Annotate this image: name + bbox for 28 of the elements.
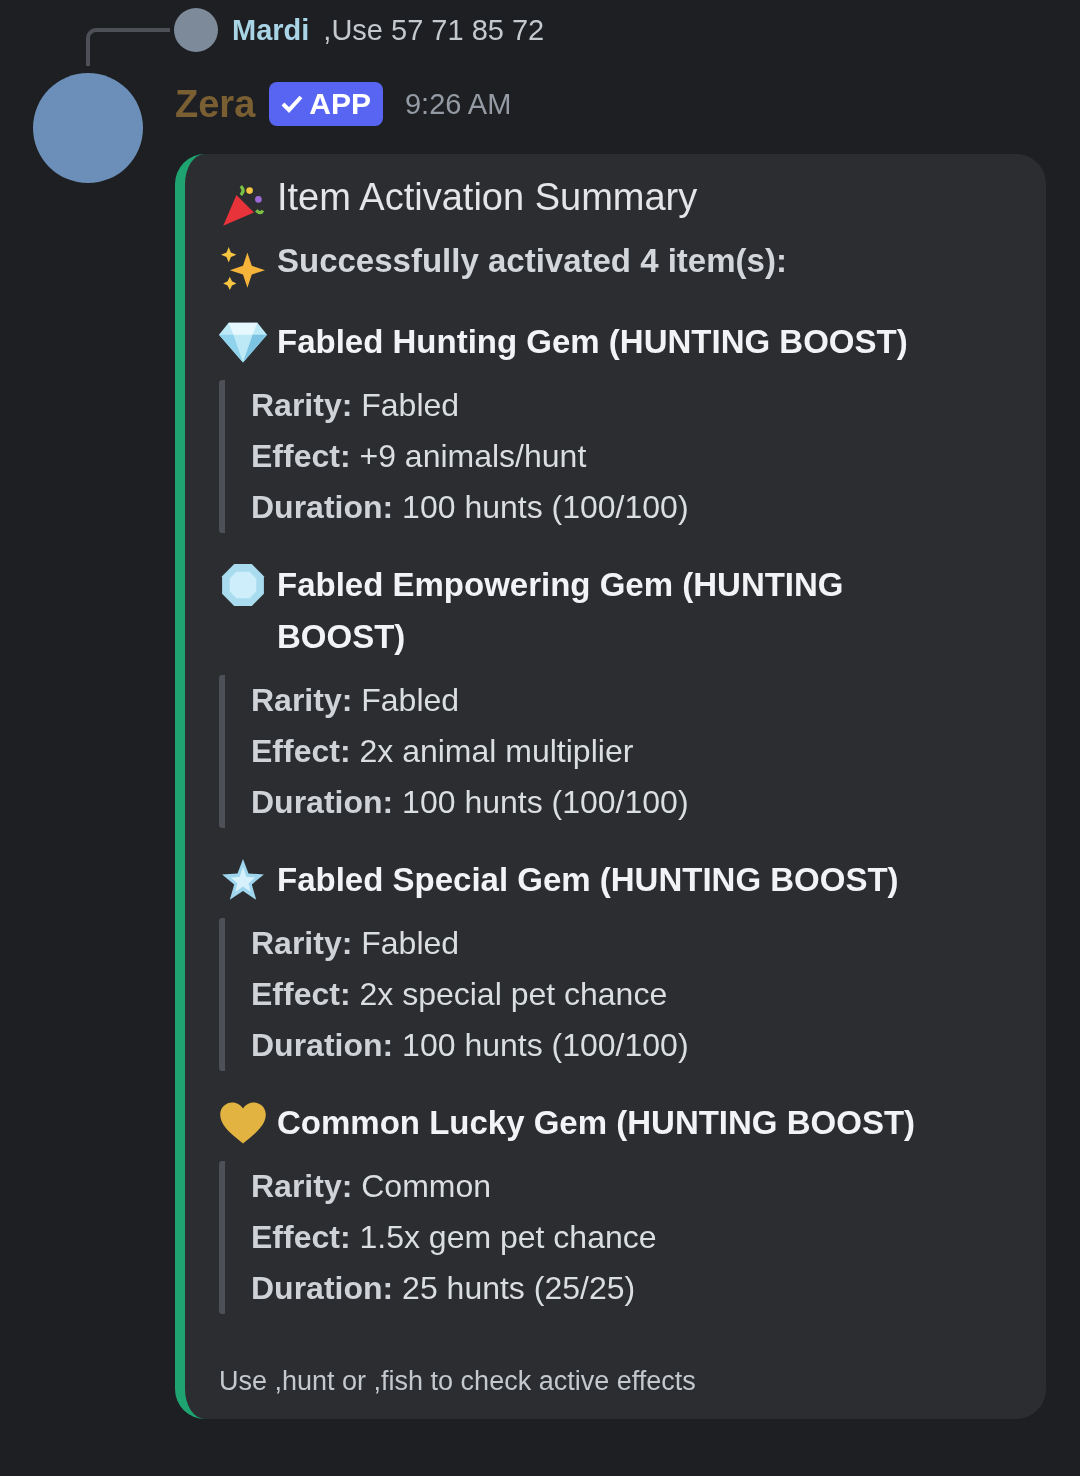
sparkles-icon [219, 245, 267, 290]
item-title: Fabled Empowering Gem (HUNTING BOOST) [277, 564, 845, 657]
heart-icon [219, 1100, 267, 1145]
item-detail: Rarity: Fabled [251, 923, 461, 963]
item-title: Fabled Special Gem (HUNTING BOOST) [277, 859, 899, 900]
item-detail: Effect: 2x animal multiplier [251, 731, 635, 771]
item-detail: Rarity: Fabled [251, 385, 461, 425]
item-detail: Effect: 2x special pet chance [251, 974, 669, 1014]
timestamp: 9:26 AM [404, 87, 512, 121]
round-gem-icon [219, 562, 267, 607]
item-title: Fabled Hunting Gem (HUNTING BOOST) [277, 321, 908, 362]
embed-title: Item Activation Summary [277, 176, 698, 218]
reply-author[interactable]: Mardi [232, 13, 310, 47]
item-detail: Duration: 100 hunts (100/100) [251, 1025, 690, 1065]
reply-avatar[interactable] [174, 8, 218, 52]
item-detail: Effect: 1.5x gem pet chance [251, 1217, 658, 1257]
embed-footer: Use ,hunt or ,fish to check active effects [219, 1365, 966, 1397]
item-detail: Rarity: Fabled [251, 680, 461, 720]
item-detail: Duration: 100 hunts (100/100) [251, 782, 690, 822]
reply-preview[interactable]: ,Use 57 71 85 72 [323, 13, 545, 47]
star-icon [219, 857, 267, 902]
item-title: Common Lucky Gem (HUNTING BOOST) [277, 1102, 916, 1143]
item-detail: Rarity: Common [251, 1166, 493, 1206]
item-detail: Duration: 25 hunts (25/25) [251, 1268, 637, 1308]
summary-heading: Successfully activated 4 item(s): [277, 241, 787, 279]
item-detail: Duration: 100 hunts (100/100) [251, 487, 690, 527]
app-badge: APP [269, 82, 383, 126]
item-detail: Effect: +9 animals/hunt [251, 436, 588, 476]
